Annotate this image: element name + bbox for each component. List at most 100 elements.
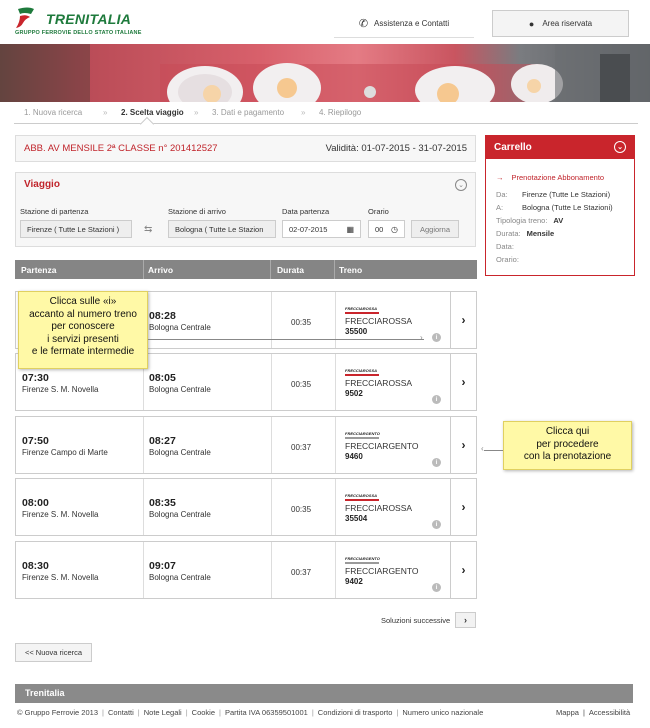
info-icon[interactable]: i [432, 333, 441, 342]
arrival-station: Bologna Centrale [149, 573, 211, 582]
frecciargento-logo: FRECCIARGENTO [345, 431, 380, 439]
departure-station: Firenze S. M. Novella [22, 573, 99, 582]
info-icon[interactable]: i [432, 583, 441, 592]
clock-icon[interactable]: ◷ [391, 225, 398, 234]
footer-link-numero-unico[interactable]: Numero unico nazionale [402, 708, 483, 717]
aggiorna-button[interactable]: Aggiorna [411, 220, 459, 238]
footer-link-cookie[interactable]: Cookie [192, 708, 215, 717]
swap-stations-icon[interactable]: ⇆ [144, 224, 152, 235]
duration: 00:37 [291, 443, 312, 452]
departure-station: Firenze Campo di Marte [22, 448, 108, 457]
carrello-panel: Carrello ⌄ → Prenotazione Abbonamento Da… [485, 135, 635, 276]
viaggio-title: Viaggio [24, 179, 60, 190]
tooltip-pointer-line [484, 450, 503, 451]
chevron-right-icon: › [461, 563, 466, 577]
footer-link-mappa[interactable]: Mappa [556, 708, 579, 717]
footer-link-contatti[interactable]: Contatti [108, 708, 134, 717]
assistenza-label: Assistenza e Contatti [374, 19, 450, 28]
footer-link-condizioni[interactable]: Condizioni di trasporto [318, 708, 393, 717]
train-number: 9402 [345, 577, 363, 586]
info-icon[interactable]: i [432, 458, 441, 467]
step-nuova-ricerca[interactable]: 1. Nuova ricerca [24, 108, 82, 117]
orario-field[interactable]: 00 ◷ [368, 220, 405, 238]
results-table-header: Partenza Arrivo Durata Treno [15, 260, 477, 279]
tooltip-select-hint: Clicca qui per procedere con la prenotaz… [503, 421, 632, 470]
arrivo-field[interactable]: Bologna ( Tutte Le Stazion [168, 220, 276, 238]
partenza-label: Stazione di partenza [20, 207, 89, 216]
select-train-button[interactable]: › [450, 417, 476, 473]
orario-value: 00 [375, 224, 384, 234]
tooltip-line: per conoscere [51, 321, 115, 332]
frecciarossa-logo: FRECCIAROSSA [345, 306, 379, 314]
column-header: Arrivo [148, 265, 174, 275]
carrello-row: Data: [496, 242, 624, 251]
progress-steps: 1. Nuova ricerca » 2. Scelta viaggio » 3… [14, 104, 638, 124]
chevron-down-icon[interactable]: ⌄ [455, 179, 467, 191]
tooltip-line: accanto al numero treno [29, 308, 137, 320]
chevron-down-icon[interactable]: ⌄ [614, 141, 626, 153]
departure-time: 07:30 [22, 372, 49, 384]
frecciargento-logo: FRECCIARGENTO [345, 556, 380, 564]
table-row: 08:30 Firenze S. M. Novella 09:07 Bologn… [15, 541, 477, 599]
step-riepilogo: 4. Riepilogo [319, 108, 362, 117]
abbonamento-title: ABB. AV MENSILE 2ª CLASSE n° 201412527 [24, 143, 218, 154]
brand-logo-text: FRECCIAROSSA [345, 368, 378, 373]
tooltip-line: e le fermate intermedie [31, 346, 135, 357]
carrello-row: Orario: [496, 255, 624, 264]
soluzioni-successive-label[interactable]: Soluzioni successive [381, 616, 450, 625]
assistenza-link[interactable]: ✆ Assistenza e Contatti [334, 10, 474, 38]
departure-time: 08:00 [22, 497, 49, 509]
select-train-button[interactable]: › [450, 292, 476, 348]
user-icon: ● [528, 18, 535, 29]
step-separator: » [301, 108, 306, 117]
nuova-ricerca-button[interactable]: << Nuova ricerca [15, 643, 92, 662]
footer-copyright: © Gruppo Ferrovie 2013 [17, 708, 98, 717]
departure-station: Firenze S. M. Novella [22, 385, 99, 394]
train-brand: FRECCIARGENTO [345, 566, 419, 576]
select-train-button[interactable]: › [450, 542, 476, 598]
select-train-button[interactable]: › [450, 479, 476, 535]
arrival-time: 08:27 [149, 435, 176, 447]
footer-link-accessibilita[interactable]: Accessibilità [589, 708, 630, 717]
arrow-right-icon: → [496, 173, 504, 182]
footer-link-note-legali[interactable]: Note Legali [144, 708, 182, 717]
arrival-station: Bologna Centrale [149, 323, 211, 332]
carrello-header[interactable]: Carrello ⌄ [486, 135, 634, 159]
carrello-row-label: Durata: [496, 229, 521, 238]
carrello-title: Carrello [494, 141, 532, 153]
tooltip-line: Clicca sulle «i» [49, 296, 117, 307]
arrivo-label: Stazione di arrivo [168, 207, 226, 216]
data-partenza-field[interactable]: 02-07-2015 ▦ [282, 220, 361, 238]
arrow-left-icon: ‹ [481, 444, 484, 453]
area-riservata-button[interactable]: ● Area riservata [492, 10, 629, 37]
train-brand: FRECCIAROSSA [345, 378, 413, 388]
carrello-sub-label: Prenotazione Abbonamento [511, 173, 605, 182]
footer-links: © Gruppo Ferrovie 2013 | Contatti | Note L… [17, 708, 484, 717]
chevron-right-icon: › [461, 313, 466, 327]
train-number: 35504 [345, 514, 368, 523]
train-number: 35500 [345, 327, 368, 336]
arrow-right-icon: › [420, 333, 423, 342]
info-icon[interactable]: i [432, 395, 441, 404]
tooltip-pointer-line [148, 339, 424, 340]
partenza-field[interactable]: Firenze ( Tutte Le Stazioni ) [20, 220, 132, 238]
column-header: Partenza [21, 265, 57, 275]
carrello-row-label: Orario: [496, 255, 519, 264]
info-icon[interactable]: i [432, 520, 441, 529]
carrello-row-label: Da: [496, 190, 508, 199]
arrival-time: 08:35 [149, 497, 176, 509]
next-solutions-button[interactable]: › [455, 612, 476, 628]
select-train-button[interactable]: › [450, 354, 476, 410]
chevron-right-icon: › [461, 375, 466, 389]
logo-text: TRENITALIA [46, 11, 132, 27]
arrival-station: Bologna Centrale [149, 448, 211, 457]
trenitalia-logo-icon[interactable] [14, 6, 36, 30]
calendar-icon[interactable]: ▦ [346, 225, 354, 234]
viaggio-panel: Viaggio ⌄ Stazione di partenza Firenze (… [15, 172, 476, 247]
carrello-row: A: Bologna (Tutte Le Stazioni) [496, 203, 624, 212]
carrello-row-value: Bologna (Tutte Le Stazioni) [522, 203, 613, 212]
arrival-station: Bologna Centrale [149, 510, 211, 519]
carrello-subtitle: → Prenotazione Abbonamento [496, 173, 624, 182]
brand-logo-text: FRECCIAROSSA [345, 493, 378, 498]
train-banner-image [0, 44, 650, 102]
